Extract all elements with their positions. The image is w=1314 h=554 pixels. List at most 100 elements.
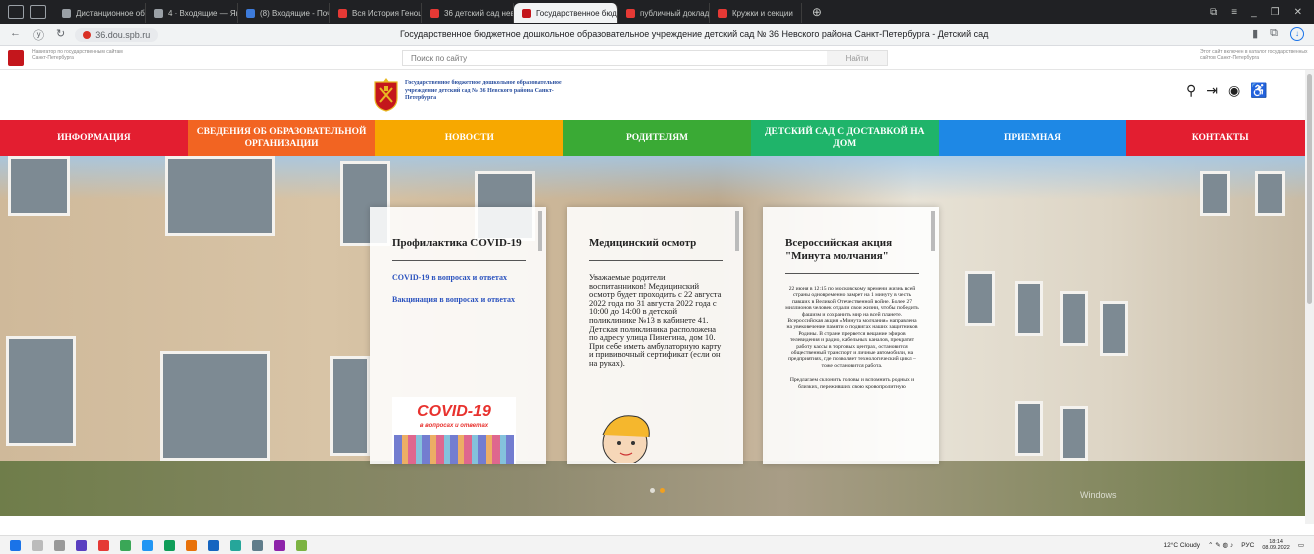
covid-faq-link[interactable]: COVID-19 в вопросах и ответах — [392, 273, 526, 282]
app-icon[interactable] — [164, 539, 175, 551]
card-scrollbar[interactable] — [735, 211, 739, 251]
reload-icon[interactable]: ↻ — [56, 27, 65, 43]
app-icon[interactable] — [296, 539, 307, 551]
search-icon[interactable]: ⚲ — [1186, 82, 1196, 99]
card-body: Уважаемые родители воспитанников! Медици… — [589, 272, 722, 368]
clock[interactable]: 18:14 08.09.2022 — [1262, 539, 1290, 551]
yandex-browser-icon[interactable] — [98, 539, 109, 551]
main-menu: Информация Сведения об образовательной ор… — [0, 120, 1314, 156]
language-indicator[interactable]: РУС — [1241, 542, 1254, 549]
download-icon[interactable]: ↓ — [1290, 27, 1304, 41]
menu-item[interactable]: Родителям — [563, 120, 751, 156]
login-icon[interactable]: ⇥ — [1206, 82, 1218, 99]
favicon-icon — [154, 8, 163, 18]
telegram-icon[interactable] — [142, 539, 153, 551]
covid-poster-image[interactable]: COVID-19 в вопросах и ответах — [392, 397, 516, 464]
bookmark-icon[interactable]: ▮ — [1252, 27, 1258, 41]
search-input[interactable] — [403, 51, 827, 65]
card-scrollbar[interactable] — [931, 211, 935, 251]
browser-tab[interactable]: 4 · Входящие — Яндекс П — [146, 3, 238, 23]
nav-buttons: ← ⓨ ↻ — [0, 27, 75, 43]
browser-tab[interactable]: Дистанционное образов — [54, 3, 146, 23]
yandex-icon[interactable]: ⓨ — [33, 27, 44, 43]
task-view-icon[interactable] — [54, 539, 65, 551]
tabs-icon[interactable] — [30, 5, 46, 19]
url-text: 36.dou.spb.ru — [95, 29, 151, 40]
menu-icon[interactable]: ≡ — [1231, 7, 1237, 18]
restore-icon[interactable]: ❐ — [1271, 7, 1280, 18]
menu-item[interactable]: Приемная — [938, 120, 1127, 156]
card-title: Профилактика COVID-19 — [392, 237, 522, 249]
warning-icon — [83, 30, 92, 39]
taskbar-apps — [0, 539, 307, 551]
app-icon[interactable] — [208, 539, 219, 551]
url-field[interactable]: 36.dou.spb.ru — [75, 27, 159, 42]
card-scrollbar[interactable] — [538, 211, 542, 251]
news-card-minute-silence[interactable]: Всероссийская акция "Минута молчания" 22… — [763, 207, 939, 464]
browser-tab[interactable]: Государственное бюдж — [514, 3, 618, 23]
tray-icons[interactable]: ⌃ ✎ ◍ ♪ — [1208, 541, 1233, 549]
menu-item[interactable]: Сведения об образовательной организации — [187, 120, 376, 156]
back-icon[interactable]: ← — [10, 27, 21, 43]
browser-tab[interactable]: 36 детский сад невского — [422, 3, 514, 23]
tab-menu-icon[interactable]: ⧉ — [1210, 7, 1217, 18]
menu-item[interactable]: Контакты — [1126, 120, 1314, 156]
eye-icon[interactable]: ◉ — [1228, 82, 1240, 99]
app-icon[interactable] — [186, 539, 197, 551]
accessibility-icon[interactable]: ♿ — [1250, 82, 1267, 99]
slider-dots — [650, 488, 665, 493]
tab-list: Дистанционное образов 4 · Входящие — Янде… — [54, 1, 802, 23]
favicon-icon — [430, 8, 439, 18]
building-window — [165, 156, 275, 236]
app-icon[interactable] — [230, 539, 241, 551]
notifications-icon[interactable]: ▭ — [1298, 541, 1304, 549]
card-divider — [785, 273, 919, 274]
card-body-2: Предлагаем склонить головы и вспомнить р… — [789, 377, 915, 390]
card-title: Всероссийская акция "Минута молчания" — [785, 237, 893, 262]
menu-item[interactable]: Информация — [0, 120, 188, 156]
favicon-icon — [338, 8, 347, 18]
os-taskbar: 12°C Cloudy ⌃ ✎ ◍ ♪ РУС 18:14 08.09.2022… — [0, 535, 1314, 554]
slider-dot[interactable] — [650, 488, 655, 493]
card-divider — [589, 260, 723, 261]
building-window — [6, 336, 76, 446]
minimize-icon[interactable]: _ — [1251, 7, 1257, 18]
page-scrollbar-thumb[interactable] — [1307, 74, 1312, 304]
menu-item[interactable]: Новости — [375, 120, 564, 156]
card-body: 22 июня в 12:15 по московскому времени ж… — [785, 286, 919, 369]
close-icon[interactable]: ✕ — [1294, 7, 1302, 18]
building-window — [330, 356, 370, 456]
home-icon[interactable] — [8, 5, 24, 19]
browser-tab[interactable]: Вся История Геноцида Ц — [330, 3, 422, 23]
gov-navigator-link[interactable]: Навигатор по государственным сайтам Санк… — [32, 49, 132, 61]
weather-widget[interactable]: 12°C Cloudy — [1163, 542, 1200, 549]
org-name[interactable]: Государственное бюджетное дошкольное обр… — [405, 80, 575, 103]
catalog-note[interactable]: Этот сайт включен в каталог государствен… — [1200, 49, 1310, 61]
search-button[interactable]: Найти — [827, 51, 887, 65]
app-icon[interactable] — [252, 539, 263, 551]
browser-tab-bar: Дистанционное образов 4 · Входящие — Янде… — [0, 0, 1314, 24]
app-icon[interactable] — [274, 539, 285, 551]
menu-item[interactable]: Детский сад с доставкой на дом — [750, 120, 939, 156]
store-icon[interactable] — [120, 539, 131, 551]
child-illustration — [602, 415, 650, 463]
page-title: Государственное бюджетное дошкольное обр… — [400, 29, 989, 39]
news-card-medical[interactable]: Медицинский осмотр Уважаемые родители во… — [567, 207, 743, 464]
building-window — [965, 271, 995, 326]
site-search: Найти — [402, 50, 888, 66]
spb-emblem-icon[interactable] — [8, 50, 24, 66]
opera-icon[interactable] — [76, 539, 87, 551]
slider-dot-active[interactable] — [660, 488, 665, 493]
reader-icon[interactable]: ⧉ — [1270, 27, 1278, 41]
new-tab-icon[interactable]: ⊕ — [802, 5, 832, 19]
browser-tab[interactable]: публичный доклад 2021 — [618, 3, 710, 23]
addr-right-tools: ▮ ⧉ ↓ — [1252, 27, 1304, 41]
page-scrollbar[interactable] — [1305, 70, 1314, 524]
vaccination-faq-link[interactable]: Вакцинация в вопросах и ответах — [392, 295, 526, 304]
browser-tab[interactable]: (8) Входящие - Почта Ма — [238, 3, 330, 23]
coat-of-arms-icon[interactable] — [372, 78, 400, 112]
browser-tab[interactable]: Кружки и секции — [710, 3, 802, 23]
search-icon[interactable] — [32, 539, 43, 551]
news-card-covid[interactable]: Профилактика COVID-19 COVID-19 в вопроса… — [370, 207, 546, 464]
start-icon[interactable] — [10, 539, 21, 551]
